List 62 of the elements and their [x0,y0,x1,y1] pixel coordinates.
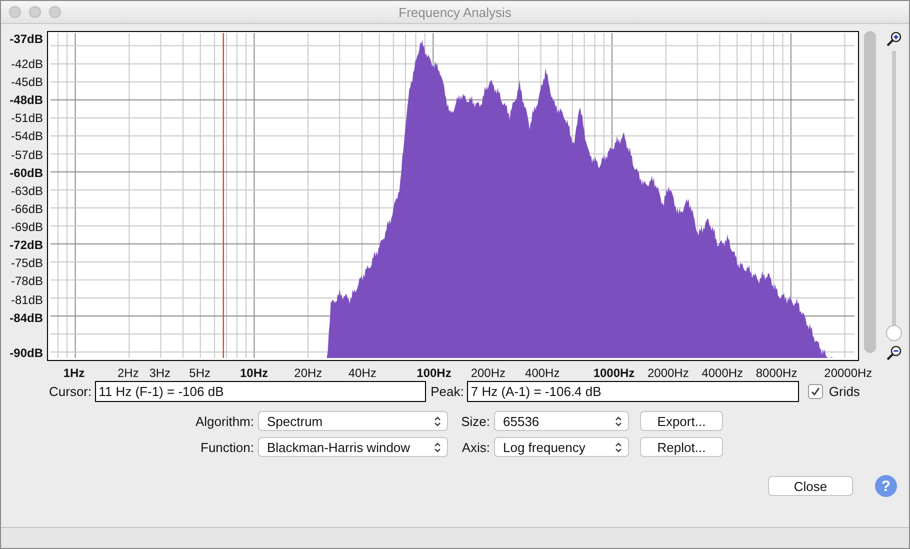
chevron-icon [615,416,622,426]
y-axis-label: -42dB [10,57,43,71]
x-axis-label: 10Hz [240,366,268,380]
x-axis-label: 2000Hz [647,366,689,380]
grids-label: Grids [828,384,860,399]
x-axis-label: 4000Hz [702,366,744,380]
y-axis-label: -75dB [10,256,43,270]
x-axis-label: 100Hz [416,366,452,380]
x-axis-label: 8000Hz [756,366,798,380]
grids-checkbox[interactable] [808,384,823,399]
peak-label: Peak: [430,384,464,399]
y-axis-label: -57dB [10,148,43,162]
size-label: Size: [460,414,490,428]
y-axis-label: -66dB [10,202,43,216]
scrollbar[interactable] [864,31,876,353]
y-axis-label: -37dB [10,32,43,46]
zoom-out-icon[interactable] [886,345,902,361]
function-label: Function: [200,440,254,454]
x-axis-label: 40Hz [348,366,376,380]
axis-label: Axis: [460,440,490,454]
cursor-field[interactable]: 11 Hz (F-1) = -106 dB [94,381,426,402]
y-axis-label: -72dB [10,238,43,252]
y-axis-label: -90dB [10,346,43,360]
chevron-icon [615,442,622,452]
x-axis-label: 400Hz [525,366,560,380]
x-axis-label: 2Hz [118,366,139,380]
x-axis-label: 20Hz [294,366,322,380]
y-axis-label: -48dB [10,93,43,108]
export-button[interactable]: Export... [640,411,723,431]
chevron-icon [434,416,441,426]
zoom-button[interactable] [49,6,61,18]
size-dropdown[interactable]: 65536 [494,411,629,431]
x-axis-label: 5Hz [189,366,210,380]
algorithm-label: Algorithm: [194,414,254,428]
minimize-button[interactable] [29,6,41,18]
y-axis-label: -69dB [10,220,43,234]
y-axis-label: -51dB [10,111,43,126]
close-button[interactable]: Close [768,476,853,496]
x-axis-label: 1000Hz [593,366,635,380]
y-axis-label: -81dB [10,292,43,307]
replot-button[interactable]: Replot... [640,437,723,457]
axis-dropdown[interactable]: Log frequency [494,437,629,457]
y-axis-label: -63dB [10,184,43,198]
peak-field[interactable]: 7 Hz (A-1) = -106.4 dB [466,381,799,402]
function-dropdown[interactable]: Blackman-Harris window [258,437,448,457]
window-title: Frequency Analysis [398,4,512,20]
cursor-label: Cursor: [49,384,92,399]
y-axis-label: -60dB [10,166,43,180]
x-axis-label: 200Hz [470,366,506,380]
slider-thumb[interactable] [886,325,902,341]
chevron-icon [434,442,441,452]
close-window-button[interactable] [9,6,21,18]
check-icon [810,387,820,396]
y-axis-label: -78dB [10,274,43,288]
x-axis-label: 1Hz [63,366,85,380]
x-axis-label: 3Hz [149,366,171,380]
y-axis-label: -45dB [10,75,43,90]
y-axis-label: -54dB [10,129,43,144]
x-axis-label: 20000Hz [824,366,872,380]
y-axis-label: -84dB [10,310,43,325]
algorithm-dropdown[interactable]: Spectrum [258,411,448,431]
zoom-in-icon[interactable] [886,31,902,47]
